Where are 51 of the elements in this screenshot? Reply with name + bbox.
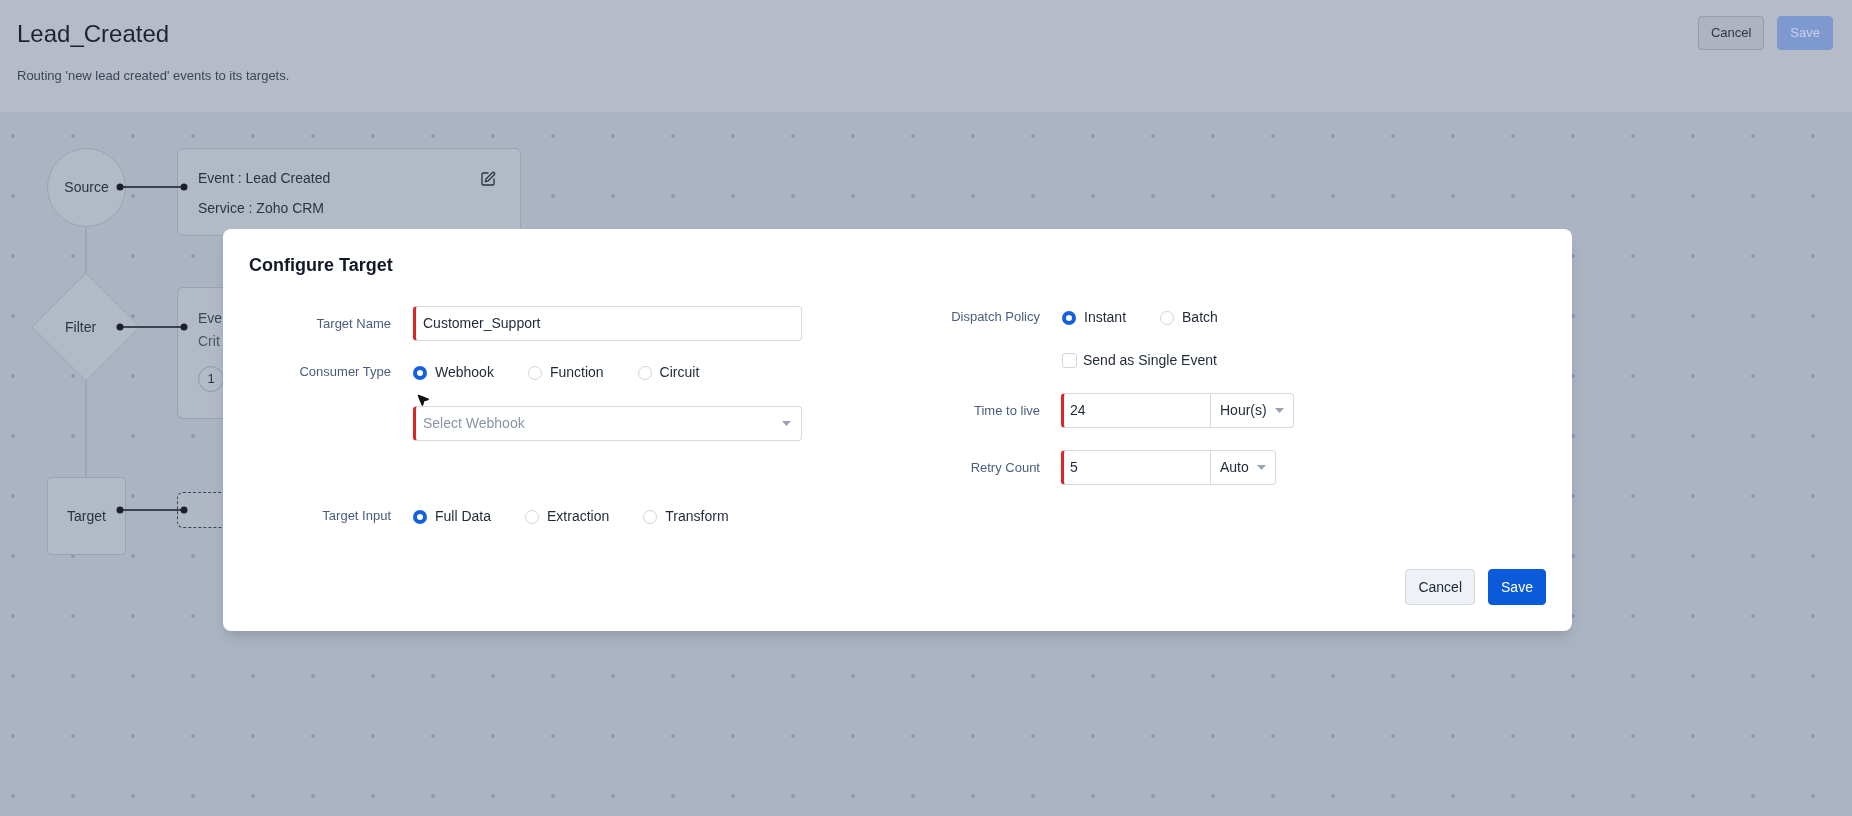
field-label: Consumer Type bbox=[298, 363, 391, 381]
card-text: Event : Lead Created bbox=[198, 169, 331, 188]
field-label: Dispatch Policy bbox=[950, 308, 1040, 326]
text-field[interactable]: Customer_Support bbox=[413, 306, 802, 341]
field-label: Target Input bbox=[321, 507, 391, 525]
radio-unselected[interactable] bbox=[527, 365, 542, 380]
caret-icon bbox=[1274, 408, 1284, 413]
field-label: Time to live bbox=[973, 401, 1040, 420]
radio-option[interactable]: Full Data bbox=[413, 506, 492, 527]
radio-option[interactable]: Transform bbox=[643, 506, 729, 527]
unit-dropdown[interactable]: Hour(s) bbox=[1211, 393, 1294, 428]
radio-option[interactable]: Circuit bbox=[637, 362, 700, 383]
unit-dropdown[interactable]: Auto bbox=[1211, 450, 1276, 485]
dialog-title: Configure Target bbox=[249, 254, 394, 277]
target-node[interactable]: Target bbox=[47, 477, 126, 555]
connector-line bbox=[116, 323, 188, 331]
radio-option[interactable]: Function bbox=[527, 362, 604, 383]
card-text: Service : Zoho CRM bbox=[198, 199, 325, 218]
checkbox-option[interactable]: Send as Single Event bbox=[1062, 350, 1217, 371]
radio-option[interactable]: Webhook bbox=[413, 362, 494, 383]
radio-option[interactable]: Instant bbox=[1062, 307, 1127, 328]
edit-icon[interactable] bbox=[480, 171, 496, 187]
cursor-icon bbox=[416, 393, 430, 407]
save-button[interactable]: Save bbox=[1488, 569, 1546, 605]
radio-option[interactable]: Extraction bbox=[525, 506, 610, 527]
caret-icon bbox=[782, 421, 791, 426]
caret-icon bbox=[1256, 465, 1266, 470]
page-title: Lead_Created bbox=[17, 19, 170, 49]
card-text: Eve bbox=[198, 309, 223, 328]
radio-unselected[interactable] bbox=[1160, 310, 1175, 325]
radio-unselected[interactable] bbox=[637, 365, 652, 380]
radio-unselected[interactable] bbox=[643, 509, 658, 524]
radio-unselected[interactable] bbox=[525, 509, 540, 524]
filter-node[interactable] bbox=[31, 272, 141, 382]
connector-line bbox=[116, 183, 188, 191]
page-description: Routing 'new lead created' events to its targets. bbox=[17, 67, 291, 85]
radio-selected[interactable] bbox=[1062, 310, 1076, 325]
number-field[interactable]: 5 bbox=[1061, 450, 1211, 485]
connector-line bbox=[116, 506, 188, 514]
checkbox[interactable] bbox=[1062, 353, 1077, 368]
cancel-button[interactable]: Cancel bbox=[1697, 16, 1765, 50]
node-label: Filter bbox=[65, 318, 97, 337]
radio-option[interactable]: Batch bbox=[1160, 307, 1218, 328]
field-label: Target Name bbox=[315, 314, 391, 333]
radio-selected[interactable] bbox=[413, 365, 427, 380]
field-label: Retry Count bbox=[969, 458, 1040, 477]
card-text: Crit bbox=[198, 332, 220, 351]
radio-selected[interactable] bbox=[413, 509, 427, 524]
number-field[interactable]: 24 bbox=[1061, 393, 1211, 428]
cancel-button[interactable]: Cancel bbox=[1405, 569, 1475, 605]
source-node[interactable]: Source bbox=[47, 148, 126, 227]
